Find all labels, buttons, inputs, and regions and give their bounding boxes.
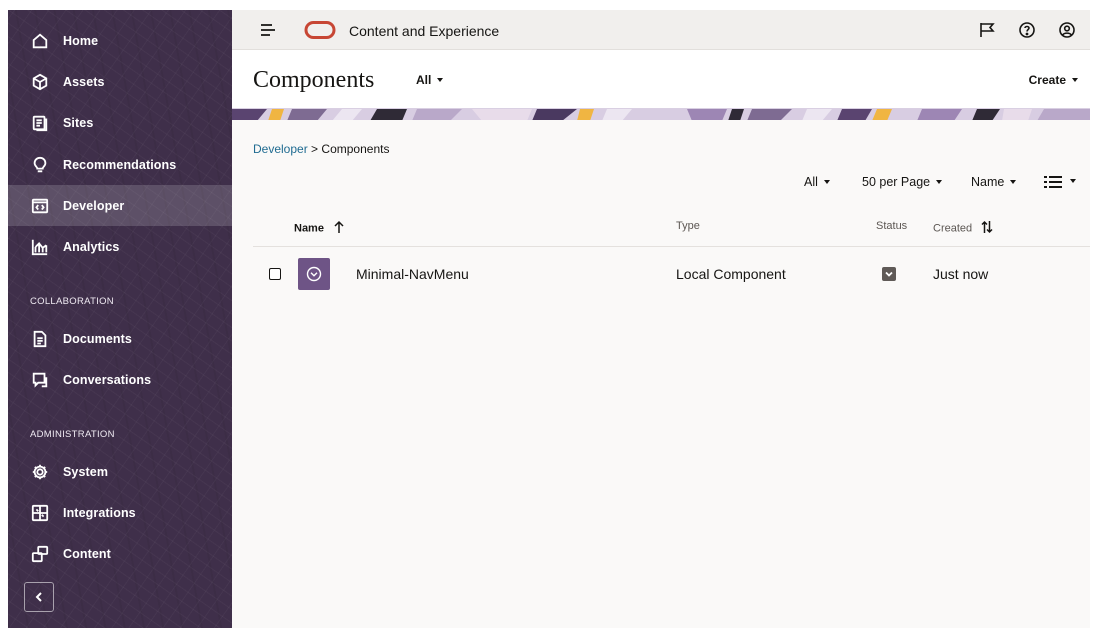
chevron-down-icon bbox=[437, 77, 444, 82]
sort-label: Name bbox=[971, 175, 1005, 189]
chevron-down-icon bbox=[1010, 179, 1017, 184]
breadcrumb-developer-link[interactable]: Developer bbox=[253, 142, 308, 156]
sidebar-item-recommendations[interactable]: Recommendations bbox=[8, 144, 232, 185]
app-window: Home Assets Sites Recommendations Develo… bbox=[8, 10, 1090, 628]
sort-toggle-icon bbox=[981, 220, 993, 237]
chevron-left-icon bbox=[35, 592, 42, 602]
sidebar-item-content[interactable]: Content bbox=[8, 533, 232, 574]
column-header-status[interactable]: Status bbox=[876, 220, 907, 232]
chevron-down-icon bbox=[1072, 77, 1078, 82]
main-content: Developer > Components All 50 per Page N… bbox=[232, 120, 1090, 628]
sidebar-item-label: Assets bbox=[63, 74, 105, 89]
sidebar: Home Assets Sites Recommendations Develo… bbox=[8, 10, 232, 628]
gear-icon bbox=[30, 462, 50, 482]
user-icon[interactable] bbox=[1058, 21, 1076, 39]
column-header-type[interactable]: Type bbox=[676, 220, 700, 232]
sidebar-item-label: Integrations bbox=[63, 505, 136, 520]
flag-icon[interactable] bbox=[978, 21, 996, 39]
content-icon bbox=[30, 544, 50, 564]
page-header: Components All Create bbox=[232, 50, 1090, 108]
code-icon bbox=[30, 196, 50, 216]
column-header-created-label: Created bbox=[933, 222, 973, 235]
breadcrumb-separator: > bbox=[311, 142, 319, 156]
breadcrumb: Developer > Components bbox=[253, 142, 389, 156]
conversation-icon bbox=[30, 370, 50, 390]
chevron-down-icon bbox=[823, 179, 830, 184]
home-icon bbox=[30, 31, 50, 51]
sidebar-item-sites[interactable]: Sites bbox=[8, 102, 232, 143]
sidebar-item-label: Recommendations bbox=[63, 157, 177, 172]
create-label: Create bbox=[1028, 73, 1066, 87]
menu-icon[interactable] bbox=[260, 22, 276, 38]
sites-icon bbox=[30, 113, 50, 133]
sidebar-item-label: Documents bbox=[63, 331, 132, 346]
decorative-banner bbox=[232, 108, 1090, 120]
chevron-down-icon bbox=[1070, 179, 1076, 183]
chart-icon bbox=[30, 237, 50, 257]
section-label-administration: ADMINISTRATION bbox=[30, 429, 115, 440]
filter-dropdown[interactable]: All bbox=[804, 175, 830, 189]
sidebar-item-label: Home bbox=[63, 33, 99, 48]
sidebar-item-label: Sites bbox=[63, 115, 94, 130]
status-published-icon bbox=[882, 267, 896, 281]
sidebar-item-integrations[interactable]: Integrations bbox=[8, 492, 232, 533]
sidebar-item-label: Analytics bbox=[63, 239, 120, 254]
create-button[interactable]: Create bbox=[1029, 73, 1078, 87]
per-page-dropdown[interactable]: 50 per Page bbox=[862, 175, 943, 189]
top-bar: Content and Experience bbox=[232, 10, 1090, 50]
sidebar-item-assets[interactable]: Assets bbox=[8, 61, 232, 102]
per-page-label: 50 per Page bbox=[862, 175, 931, 189]
oracle-logo bbox=[304, 20, 336, 40]
page-title: Components bbox=[253, 67, 375, 93]
sidebar-item-label: Conversations bbox=[63, 372, 152, 387]
header-filter-dropdown[interactable]: All bbox=[416, 73, 444, 87]
sidebar-item-label: Content bbox=[63, 546, 111, 561]
sidebar-item-label: System bbox=[63, 464, 109, 479]
sidebar-item-conversations[interactable]: Conversations bbox=[8, 359, 232, 400]
cube-icon bbox=[30, 72, 50, 92]
integrations-icon bbox=[30, 503, 50, 523]
help-icon[interactable] bbox=[1018, 21, 1036, 39]
sort-ascending-icon bbox=[333, 220, 345, 237]
app-title: Content and Experience bbox=[349, 23, 500, 39]
row-type: Local Component bbox=[676, 266, 786, 282]
table-header-divider bbox=[253, 246, 1090, 247]
list-view-button[interactable] bbox=[1044, 175, 1076, 189]
filter-label: All bbox=[804, 175, 818, 189]
component-icon bbox=[298, 258, 330, 290]
row-name[interactable]: Minimal-NavMenu bbox=[356, 266, 469, 282]
chevron-down-icon bbox=[936, 179, 943, 184]
section-label-collaboration: COLLABORATION bbox=[30, 296, 114, 307]
column-header-name[interactable]: Name bbox=[294, 220, 345, 237]
header-filter-label: All bbox=[416, 73, 432, 87]
sidebar-item-home[interactable]: Home bbox=[8, 20, 232, 61]
sidebar-item-analytics[interactable]: Analytics bbox=[8, 226, 232, 267]
table-row[interactable]: Minimal-NavMenu Local Component Just now bbox=[253, 248, 1090, 304]
row-created: Just now bbox=[933, 266, 989, 282]
breadcrumb-current: Components bbox=[321, 142, 390, 156]
document-icon bbox=[30, 329, 50, 349]
column-header-created[interactable]: Created bbox=[933, 220, 993, 237]
sidebar-item-developer[interactable]: Developer bbox=[8, 185, 232, 226]
sidebar-item-documents[interactable]: Documents bbox=[8, 318, 232, 359]
column-header-name-label: Name bbox=[294, 222, 324, 235]
list-view-icon bbox=[1044, 176, 1062, 188]
collapse-sidebar-button[interactable] bbox=[24, 582, 54, 612]
sidebar-item-label: Developer bbox=[63, 198, 125, 213]
row-checkbox[interactable] bbox=[269, 268, 281, 280]
lightbulb-icon bbox=[30, 155, 50, 175]
sidebar-item-system[interactable]: System bbox=[8, 451, 232, 492]
sort-dropdown[interactable]: Name bbox=[971, 175, 1017, 189]
